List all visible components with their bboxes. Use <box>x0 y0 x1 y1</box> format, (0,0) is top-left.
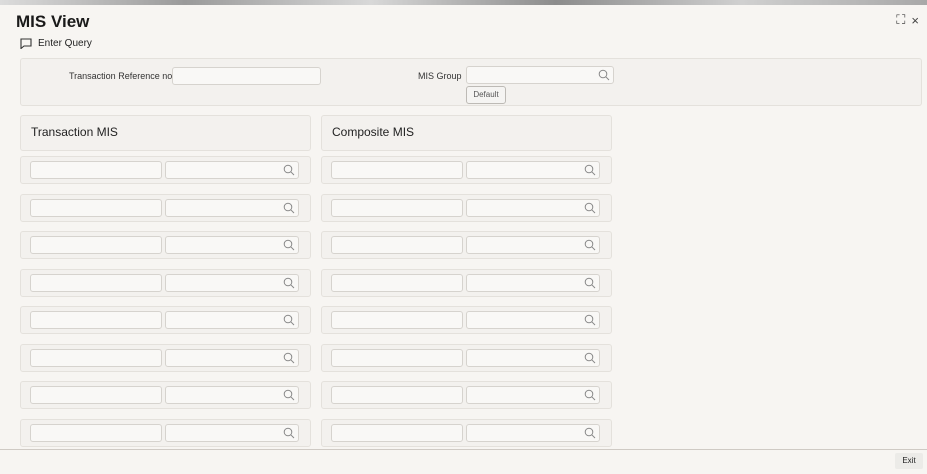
txn-ref-label: Transaction Reference no <box>69 71 173 81</box>
composite-mis-code-input[interactable] <box>331 349 463 367</box>
transaction-mis-value-input[interactable] <box>165 424 299 442</box>
transaction-mis-value-input[interactable] <box>165 199 299 217</box>
transaction-mis-code-input[interactable] <box>30 236 162 254</box>
search-icon[interactable] <box>584 239 596 251</box>
search-icon[interactable] <box>584 164 596 176</box>
search-icon[interactable] <box>584 352 596 364</box>
composite-mis-code-input[interactable] <box>331 274 463 292</box>
composite-mis-code-input[interactable] <box>331 311 463 329</box>
transaction-mis-value-input[interactable] <box>165 349 299 367</box>
transaction-mis-code-input[interactable] <box>30 274 162 292</box>
composite-mis-value-input[interactable] <box>466 311 600 329</box>
default-button[interactable]: Default <box>466 86 506 104</box>
mis-group-input[interactable] <box>466 66 614 84</box>
transaction-mis-value-input[interactable] <box>165 236 299 254</box>
page-title: MIS View <box>16 12 90 31</box>
transaction-mis-code-input[interactable] <box>30 349 162 367</box>
search-icon[interactable] <box>283 239 295 251</box>
search-icon[interactable] <box>283 202 295 214</box>
search-icon[interactable] <box>283 314 295 326</box>
composite-mis-value-input[interactable] <box>466 274 600 292</box>
txn-ref-input[interactable] <box>172 67 321 85</box>
top-decoration-strip <box>0 0 927 5</box>
composite-mis-code-input[interactable] <box>331 386 463 404</box>
exit-button[interactable]: Exit <box>895 453 923 469</box>
composite-mis-code-input[interactable] <box>331 199 463 217</box>
transaction-mis-value-input[interactable] <box>165 274 299 292</box>
mis-group-label: MIS Group <box>418 71 462 81</box>
expand-icon[interactable]: ⛶ <box>896 12 905 28</box>
composite-mis-code-input[interactable] <box>331 161 463 179</box>
composite-mis-value-input[interactable] <box>466 386 600 404</box>
transaction-mis-value-input[interactable] <box>165 386 299 404</box>
search-icon[interactable] <box>283 352 295 364</box>
transaction-mis-code-input[interactable] <box>30 161 162 179</box>
composite-mis-code-input[interactable] <box>331 424 463 442</box>
composite-mis-value-input[interactable] <box>466 199 600 217</box>
enter-query-label: Enter Query <box>38 38 92 49</box>
transaction-mis-value-input[interactable] <box>165 161 299 179</box>
footer-divider <box>0 449 927 450</box>
search-icon[interactable] <box>584 314 596 326</box>
transaction-mis-code-input[interactable] <box>30 424 162 442</box>
composite-mis-title: Composite MIS <box>332 125 415 139</box>
transaction-mis-title: Transaction MIS <box>31 125 118 139</box>
search-icon[interactable] <box>283 164 295 176</box>
comment-icon <box>20 38 32 49</box>
txn-ref-value <box>173 73 177 83</box>
window-controls: ⛶ × <box>896 12 919 28</box>
close-icon[interactable]: × <box>911 13 919 28</box>
transaction-mis-code-input[interactable] <box>30 199 162 217</box>
transaction-mis-value-input[interactable] <box>165 311 299 329</box>
search-icon[interactable] <box>283 277 295 289</box>
composite-mis-value-input[interactable] <box>466 236 600 254</box>
composite-mis-value-input[interactable] <box>466 424 600 442</box>
search-icon[interactable] <box>584 389 596 401</box>
search-icon[interactable] <box>584 277 596 289</box>
search-icon[interactable] <box>584 202 596 214</box>
search-icon[interactable] <box>283 427 295 439</box>
transaction-mis-code-input[interactable] <box>30 311 162 329</box>
composite-mis-value-input[interactable] <box>466 161 600 179</box>
search-icon[interactable] <box>598 69 610 81</box>
mis-group-value <box>467 72 471 82</box>
composite-mis-code-input[interactable] <box>331 236 463 254</box>
composite-mis-value-input[interactable] <box>466 349 600 367</box>
enter-query-button[interactable]: Enter Query <box>20 38 92 49</box>
transaction-mis-code-input[interactable] <box>30 386 162 404</box>
search-icon[interactable] <box>283 389 295 401</box>
search-icon[interactable] <box>584 427 596 439</box>
